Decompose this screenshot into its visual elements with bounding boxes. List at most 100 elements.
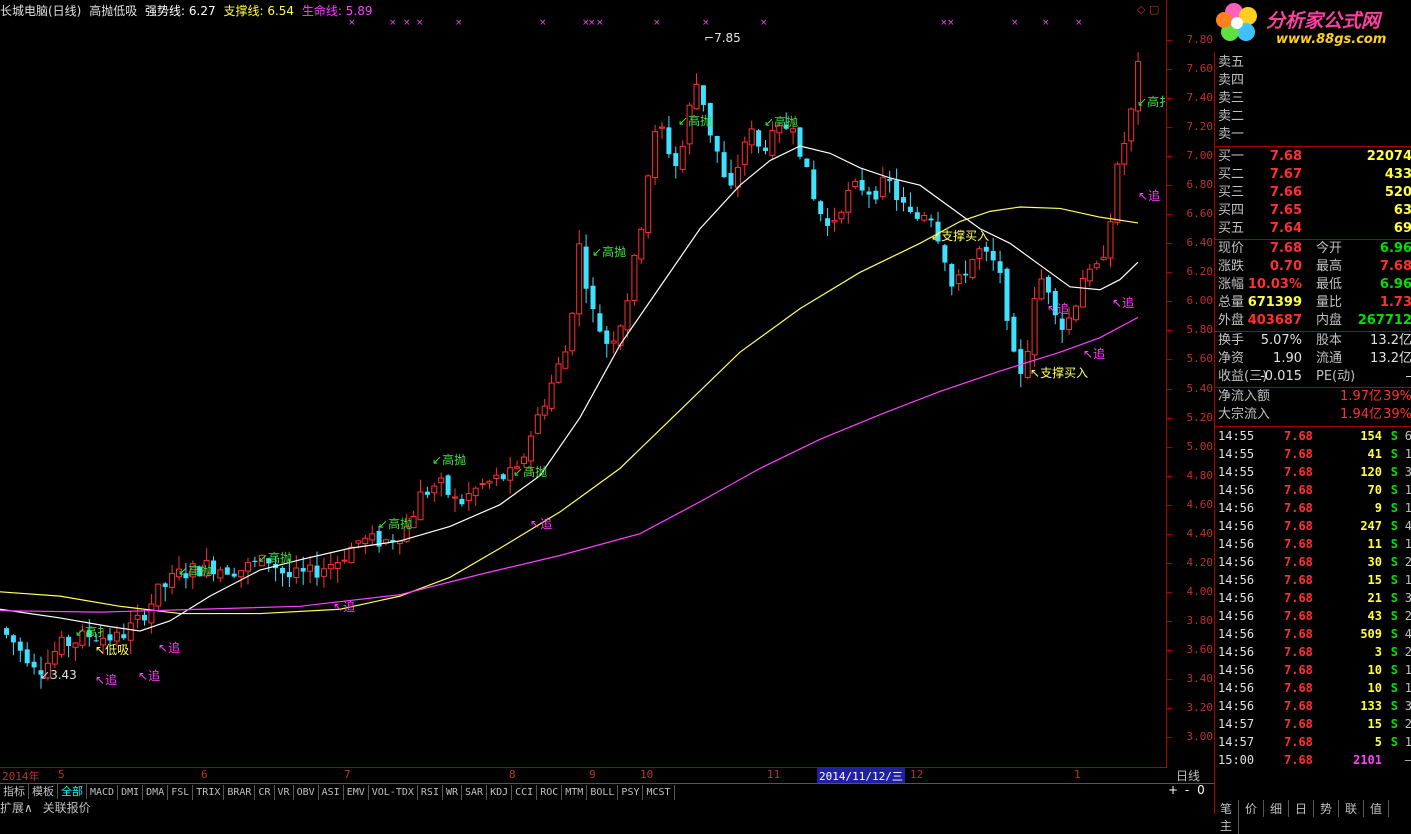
info-label: 净资 [1218, 350, 1244, 368]
tab-trix[interactable]: TRIX [193, 785, 224, 800]
tick-side: S [1391, 697, 1398, 715]
tab-boll[interactable]: BOLL [587, 785, 618, 800]
price-tick: 3.00 [1187, 730, 1214, 743]
tab-psy[interactable]: PSY [618, 785, 643, 800]
ask-label: 卖四 [1218, 72, 1244, 90]
tick-time: 14:56 [1218, 517, 1254, 535]
quote-label: 现价 [1218, 240, 1244, 258]
ask-row: 卖三 [1218, 90, 1411, 108]
quote-value: 7.68 [1270, 240, 1302, 258]
low-annotation: ↙3.43 [40, 668, 77, 682]
kline-chart[interactable]: ×××××××××××××××××⌐7.85↙3.43↙高抛↙高抛↙高抛↙高抛↙… [0, 0, 1166, 767]
tab-emv[interactable]: EMV [344, 785, 369, 800]
tick-time: 14:56 [1218, 481, 1254, 499]
tab-sar[interactable]: SAR [462, 785, 487, 800]
sell-signal-small: ↙高扌 [75, 624, 109, 639]
tab-dma[interactable]: DMA [143, 785, 168, 800]
expand-button[interactable]: 扩展∧ [0, 801, 33, 815]
chart-header: 长城电脑(日线) 高抛低吸 强势线: 6.27 支撑线: 6.54 生命线: 5… [0, 2, 376, 20]
flow-percent: 39% [1383, 406, 1411, 424]
tab-roc[interactable]: ROC [537, 785, 562, 800]
chart-toolbar-icons[interactable]: ◇ ▢ [1137, 3, 1159, 16]
tick-price: 7.68 [1284, 535, 1313, 553]
candle-up [646, 174, 651, 238]
tick-count: 1 [1405, 481, 1411, 499]
price-tick: 5.00 [1187, 440, 1214, 453]
period-label[interactable]: 日线 [1176, 767, 1200, 784]
tick-row: 14:557.68120S3 [1218, 463, 1411, 481]
tick-side: S [1391, 499, 1398, 517]
chase-signal: ↖追 [1138, 188, 1160, 203]
tab-mtm[interactable]: MTM [562, 785, 587, 800]
candle-down [446, 474, 451, 498]
bid-volume: 63 [1394, 202, 1411, 220]
top-marker: × [1011, 18, 1019, 28]
tick-price: 7.68 [1284, 427, 1313, 445]
bid-label: 买一 [1218, 148, 1244, 166]
panel-tab[interactable]: 日 [1289, 800, 1314, 817]
tab-rsi[interactable]: RSI [418, 785, 443, 800]
tab-indicator[interactable]: 指标 [0, 784, 29, 799]
panel-tab[interactable]: 联 [1339, 800, 1364, 817]
zoom-in-button[interactable]: + [1166, 783, 1180, 797]
bid-row: 买四7.6563 [1218, 202, 1411, 220]
sell-signal: ↙高抛 [764, 114, 798, 129]
quote-row: 外盘403687内盘267712 [1218, 312, 1411, 330]
panel-tab[interactable]: 势 [1314, 800, 1339, 817]
tab-brar[interactable]: BRAR [224, 785, 255, 800]
tick-count: 1 [1405, 445, 1411, 463]
info-label: 股本 [1316, 332, 1342, 350]
tick-row: 14:567.6870S1 [1218, 481, 1411, 499]
bid-price: 7.68 [1270, 148, 1302, 166]
tab-macd[interactable]: MACD [87, 785, 118, 800]
panel-tab[interactable]: 笔 [1214, 800, 1239, 817]
top-marker: × [760, 18, 768, 28]
tab-vol-tdx[interactable]: VOL-TDX [369, 785, 418, 800]
bottom-bar: 扩展∧ 关联报价 [0, 799, 97, 814]
bid-price: 7.66 [1270, 184, 1302, 202]
tick-price: 7.68 [1284, 571, 1313, 589]
tab-mcst[interactable]: MCST [643, 785, 674, 800]
quote-row: 现价7.68今开6.96 [1218, 240, 1411, 258]
tick-volume: 2101 [1353, 751, 1382, 769]
price-tick: 6.80 [1187, 178, 1214, 191]
tab-vr[interactable]: VR [275, 785, 294, 800]
bid-row: 买五7.6469 [1218, 220, 1411, 238]
tab-dmi[interactable]: DMI [118, 785, 143, 800]
quote-row: 涨幅10.03%最低6.96 [1218, 276, 1411, 294]
tab-cr[interactable]: CR [255, 785, 274, 800]
top-marker: × [389, 18, 397, 28]
panel-tab[interactable]: 主 [1214, 817, 1239, 834]
panel-tab[interactable]: 值 [1364, 800, 1389, 817]
top-marker: × [403, 18, 411, 28]
tab-asi[interactable]: ASI [319, 785, 344, 800]
tab-obv[interactable]: OBV [294, 785, 319, 800]
bid-row: 买一7.6822074 [1218, 148, 1411, 166]
date-tick: 9 [589, 768, 596, 781]
tick-volume: 41 [1368, 445, 1382, 463]
flower-logo-icon [1214, 0, 1274, 52]
tick-price: 7.68 [1284, 733, 1313, 751]
quote-label: 量比 [1316, 294, 1342, 312]
tab-all[interactable]: 全部 [58, 784, 87, 799]
tick-row: 14:567.689S1 [1218, 499, 1411, 517]
tab-template[interactable]: 模板 [29, 784, 58, 799]
tab-cci[interactable]: CCI [512, 785, 537, 800]
panel-tab[interactable]: 细 [1264, 800, 1289, 817]
tab-kdj[interactable]: KDJ [487, 785, 512, 800]
quote-label: 最低 [1316, 276, 1342, 294]
buy-low-signal: ↖低吸 [95, 643, 129, 657]
tick-price: 7.68 [1284, 661, 1313, 679]
info-label: PE(动) [1316, 368, 1355, 386]
tab-fsl[interactable]: FSL [168, 785, 193, 800]
quote-label: 总量 [1218, 294, 1244, 312]
bid-row: 买三7.66520 [1218, 184, 1411, 202]
reset-button[interactable]: 0 [1194, 783, 1208, 797]
tab-wr[interactable]: WR [443, 785, 462, 800]
related-quote-button[interactable]: 关联报价 [43, 801, 91, 815]
panel-tab[interactable]: 价 [1239, 800, 1264, 817]
tick-volume: 3 [1375, 643, 1382, 661]
zoom-out-button[interactable]: - [1180, 783, 1194, 797]
flow-label: 大宗流入 [1218, 406, 1270, 424]
tick-volume: 154 [1360, 427, 1382, 445]
